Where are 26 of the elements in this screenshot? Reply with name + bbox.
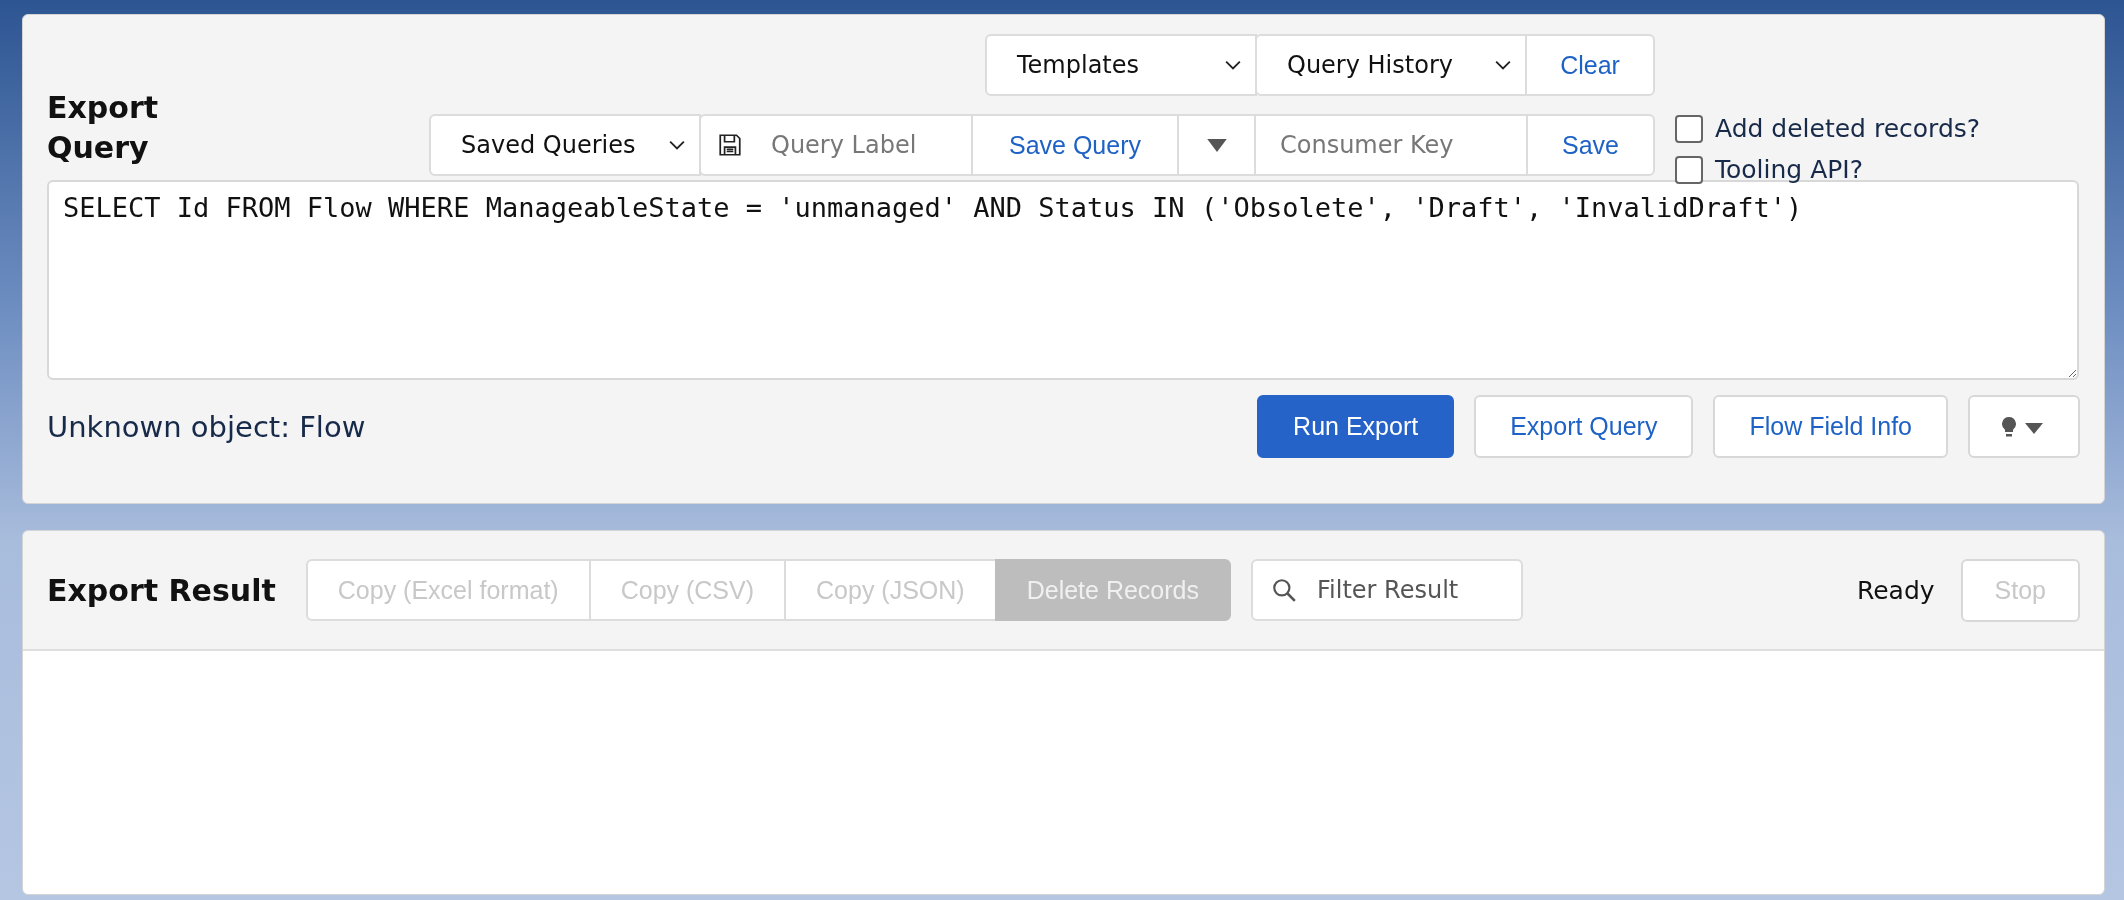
save-icon — [717, 132, 743, 158]
panel-title: Export Query — [47, 89, 160, 167]
save-query-button[interactable]: Save Query — [971, 114, 1179, 176]
clear-button[interactable]: Clear — [1525, 34, 1655, 96]
chevron-down-icon — [669, 140, 685, 150]
action-button[interactable]: Flow Field Info — [1713, 395, 1948, 458]
consumer-key-field[interactable]: Consumer Key — [1254, 114, 1528, 176]
action-button[interactable]: Run Export — [1257, 395, 1455, 458]
chevron-down-icon — [1495, 60, 1511, 70]
state-text: Ready — [1856, 575, 1935, 605]
templates-dropdown[interactable]: Templates — [985, 34, 1257, 96]
save-button[interactable]: Save — [1526, 114, 1655, 176]
query-history-dropdown[interactable]: Query History — [1255, 34, 1527, 96]
filter-field[interactable]: Filter Result — [1251, 559, 1523, 621]
checkbox[interactable] — [1675, 114, 1703, 143]
search-icon — [1271, 577, 1297, 603]
suggestions-button[interactable] — [1968, 395, 2080, 458]
query-label-field[interactable]: Query Label — [699, 114, 973, 176]
checkbox-label: Add deleted records? — [1715, 114, 1981, 143]
action-button[interactable]: Export Query — [1474, 395, 1694, 458]
more-button[interactable] — [1177, 114, 1256, 176]
saved-queries-dropdown[interactable]: Saved Queries — [429, 114, 701, 176]
panel-title: Export Result — [47, 571, 276, 610]
chevron-down-icon — [1225, 60, 1241, 70]
status-text: Unknown object: Flow — [47, 409, 366, 444]
caret-down-icon — [1206, 138, 1227, 152]
